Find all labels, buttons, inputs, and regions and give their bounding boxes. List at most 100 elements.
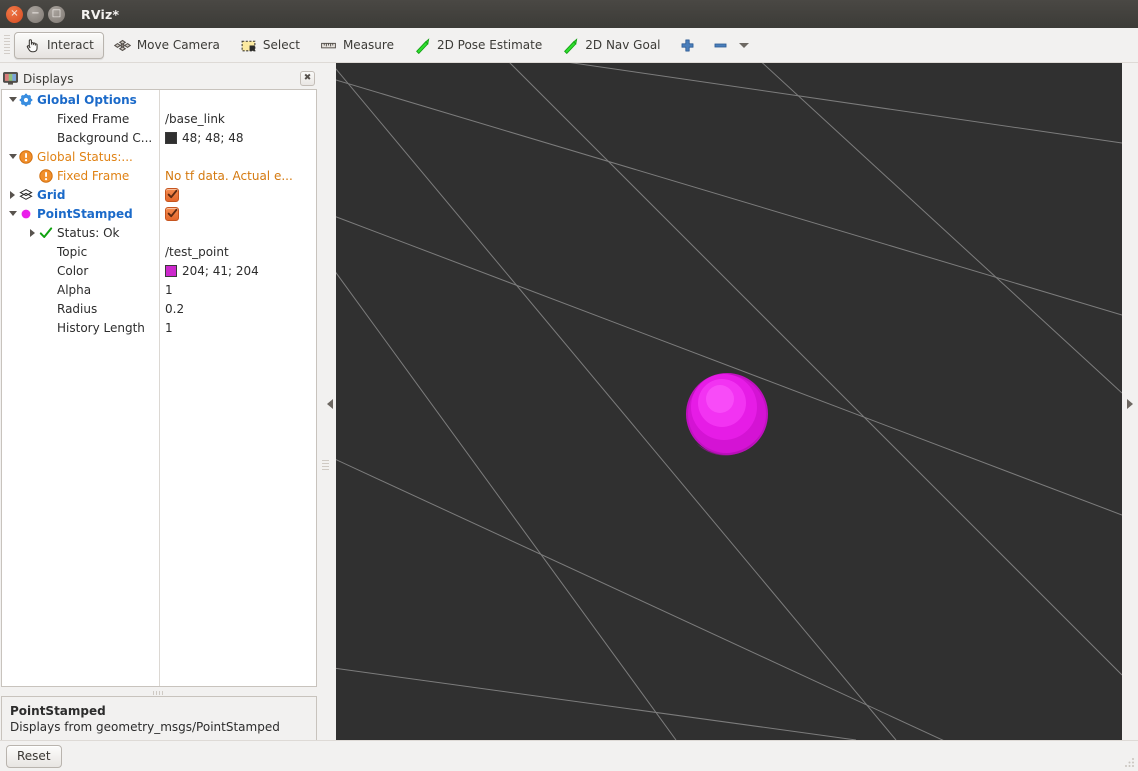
tool-move-camera-button[interactable]: Move Camera bbox=[104, 32, 230, 59]
tree-row[interactable]: Topic/test_point bbox=[2, 242, 316, 261]
tree-row[interactable]: Alpha 1 bbox=[2, 280, 316, 299]
tree-row-label: Background C... bbox=[57, 131, 152, 145]
plus-icon bbox=[679, 37, 696, 54]
reset-button[interactable]: Reset bbox=[6, 745, 62, 768]
tree-row[interactable]: Radius 0.2 bbox=[2, 299, 316, 318]
move-camera-icon bbox=[114, 37, 131, 54]
add-tool-button[interactable] bbox=[671, 32, 704, 59]
tree-row[interactable]: Fixed Frame/base_link bbox=[2, 109, 316, 128]
tree-row-value-text: /test_point bbox=[165, 245, 229, 259]
tool-measure-label: Measure bbox=[343, 38, 394, 52]
expand-right-arrow-icon[interactable] bbox=[1127, 399, 1133, 409]
reset-button-label: Reset bbox=[17, 749, 51, 763]
close-icon: ✖ bbox=[304, 74, 312, 83]
tree-row-value[interactable]: /base_link bbox=[165, 109, 225, 128]
tree-row-value[interactable]: 1 bbox=[165, 280, 173, 299]
right-dock-splitter[interactable] bbox=[1122, 68, 1138, 740]
left-dock-splitter[interactable] bbox=[320, 68, 336, 740]
tree-row-name: Alpha bbox=[28, 280, 91, 299]
tree-icon-spacer bbox=[39, 321, 53, 335]
close-window-button[interactable]: × bbox=[6, 6, 23, 23]
tool-interact-label: Interact bbox=[47, 38, 94, 52]
tree-row[interactable]: Global Status:... bbox=[2, 147, 316, 166]
displays-dock: Displays ✖ Global OptionsFixed Frame/bas… bbox=[0, 68, 318, 693]
disclosure-spacer bbox=[28, 242, 37, 261]
toolbar-overflow-chevron-down-icon[interactable] bbox=[739, 43, 749, 48]
tree-row-name: Grid bbox=[8, 185, 65, 204]
bottom-status-bar: Reset bbox=[0, 740, 1138, 771]
color-swatch[interactable] bbox=[165, 265, 177, 277]
tree-row[interactable]: PointStamped bbox=[2, 204, 316, 223]
tree-row[interactable]: Global Options bbox=[2, 90, 316, 109]
nav-goal-arrow-icon bbox=[562, 37, 579, 54]
chevron-down-icon[interactable] bbox=[8, 90, 17, 109]
chevron-right-icon[interactable] bbox=[8, 185, 17, 204]
tree-row-value[interactable] bbox=[165, 204, 179, 223]
tree-row-name: History Length bbox=[28, 318, 145, 337]
tree-row-name: Color bbox=[28, 261, 88, 280]
tree-row[interactable]: Status: Ok bbox=[2, 223, 316, 242]
tree-row[interactable]: Color 204; 41; 204 bbox=[2, 261, 316, 280]
tree-row-label: Fixed Frame bbox=[57, 169, 129, 183]
tree-row-value[interactable]: 0.2 bbox=[165, 299, 184, 318]
tree-row-label: Global Options bbox=[37, 93, 137, 107]
splitter-grip-icon bbox=[322, 460, 329, 470]
tree-icon-spacer bbox=[39, 245, 53, 259]
gear-icon bbox=[19, 93, 33, 107]
tree-row-value[interactable]: /test_point bbox=[165, 242, 229, 261]
tree-row-name: Background C... bbox=[28, 128, 152, 147]
3d-render-view[interactable] bbox=[336, 63, 1122, 740]
tree-row-label: Grid bbox=[37, 188, 65, 202]
tree-row[interactable]: Background C... 48; 48; 48 bbox=[2, 128, 316, 147]
minimize-window-button[interactable]: − bbox=[27, 6, 44, 23]
tree-row-label: PointStamped bbox=[37, 207, 133, 221]
dock-horizontal-splitter[interactable] bbox=[2, 690, 316, 695]
window-title: RViz* bbox=[81, 7, 119, 22]
tree-row-value[interactable]: 204; 41; 204 bbox=[165, 261, 259, 280]
tool-select-button[interactable]: Select bbox=[230, 32, 310, 59]
color-swatch[interactable] bbox=[165, 132, 177, 144]
tree-row[interactable]: Fixed Frame No tf data. Actual e... bbox=[2, 166, 316, 185]
tree-row[interactable]: History Length 1 bbox=[2, 318, 316, 337]
chevron-down-icon[interactable] bbox=[8, 147, 17, 166]
check-ok-icon bbox=[39, 226, 53, 240]
tree-row-name: Topic bbox=[28, 242, 87, 261]
disclosure-spacer bbox=[28, 318, 37, 337]
tree-row-value[interactable] bbox=[165, 185, 179, 204]
tree-icon-spacer bbox=[39, 283, 53, 297]
disclosure-spacer bbox=[28, 109, 37, 128]
maximize-window-button[interactable]: □ bbox=[48, 6, 65, 23]
tool-2d-pose-estimate-label: 2D Pose Estimate bbox=[437, 38, 542, 52]
toolbar-drag-handle[interactable] bbox=[2, 35, 12, 55]
warning-icon bbox=[39, 169, 53, 183]
tool-measure-button[interactable]: Measure bbox=[310, 32, 404, 59]
splitter-grip-icon bbox=[153, 691, 165, 695]
tool-2d-nav-goal-button[interactable]: 2D Nav Goal bbox=[552, 32, 670, 59]
chevron-right-icon[interactable] bbox=[28, 223, 37, 242]
window-controls: × − □ bbox=[6, 6, 65, 23]
tree-row[interactable]: Grid bbox=[2, 185, 316, 204]
description-title: PointStamped bbox=[10, 703, 308, 719]
tool-interact-button[interactable]: Interact bbox=[14, 32, 104, 59]
tree-row-value[interactable]: 1 bbox=[165, 318, 173, 337]
tree-row-label: Status: Ok bbox=[57, 226, 120, 240]
tree-row-value[interactable]: 48; 48; 48 bbox=[165, 128, 244, 147]
collapse-left-arrow-icon[interactable] bbox=[327, 399, 333, 409]
tree-row-value[interactable]: No tf data. Actual e... bbox=[165, 166, 293, 185]
tree-row-label: Radius bbox=[57, 302, 97, 316]
displays-tree[interactable]: Global OptionsFixed Frame/base_linkBackg… bbox=[1, 89, 317, 687]
displays-panel-close-button[interactable]: ✖ bbox=[300, 71, 315, 86]
remove-tool-button[interactable] bbox=[704, 32, 737, 59]
enable-checkbox[interactable] bbox=[165, 207, 179, 221]
tool-2d-pose-estimate-button[interactable]: 2D Pose Estimate bbox=[404, 32, 552, 59]
tree-row-name: PointStamped bbox=[8, 204, 133, 223]
tool-move-camera-label: Move Camera bbox=[137, 38, 220, 52]
minus-icon bbox=[712, 37, 729, 54]
tree-icon-spacer bbox=[39, 264, 53, 278]
tree-row-name: Global Status:... bbox=[8, 147, 133, 166]
disclosure-spacer bbox=[28, 299, 37, 318]
window-resize-grip-icon[interactable] bbox=[1122, 755, 1135, 768]
enable-checkbox[interactable] bbox=[165, 188, 179, 202]
monitor-icon bbox=[3, 72, 18, 85]
chevron-down-icon[interactable] bbox=[8, 204, 17, 223]
